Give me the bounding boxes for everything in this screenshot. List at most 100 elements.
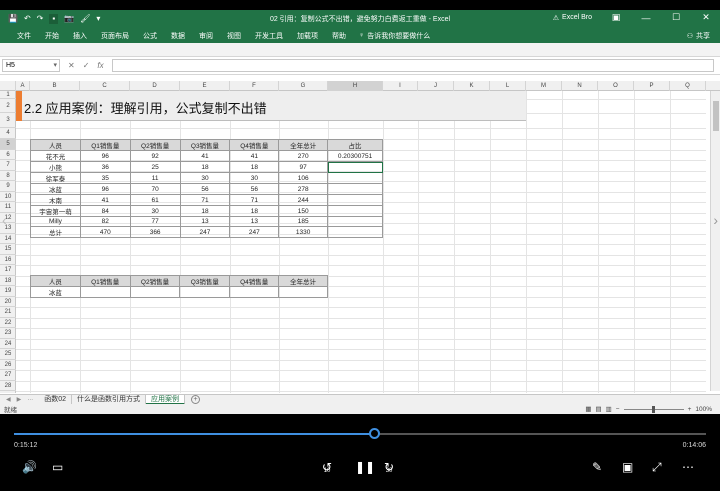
table-cell[interactable]: 13 xyxy=(229,215,280,228)
zoom-level[interactable]: 100% xyxy=(695,406,712,413)
customize-qa-icon[interactable]: ▾ xyxy=(96,14,100,24)
chevron-left-icon[interactable]: ‹ xyxy=(2,212,7,228)
table-cell[interactable]: 30 xyxy=(229,172,280,184)
table-cell[interactable]: 18 xyxy=(229,205,280,217)
row-header-6[interactable]: 6 xyxy=(0,150,16,160)
table-cell[interactable]: 247 xyxy=(229,226,280,239)
col-header-O[interactable]: O xyxy=(598,81,634,91)
tab-view[interactable]: 视图 xyxy=(220,31,248,41)
table-cell[interactable]: 41 xyxy=(79,194,131,206)
row-header-24[interactable]: 24 xyxy=(0,339,16,349)
col-header-K[interactable]: K xyxy=(454,81,490,91)
row-header-21[interactable]: 21 xyxy=(0,307,16,318)
header-cell[interactable]: Q2销售量 xyxy=(129,139,181,151)
skip-back-button[interactable]: ↺ 10 xyxy=(322,460,332,474)
row-header-2[interactable]: 2 xyxy=(0,99,16,113)
col-header-A[interactable]: A xyxy=(16,81,30,91)
table-cell[interactable]: 278 xyxy=(278,183,329,195)
pause-icon[interactable]: ❚❚ xyxy=(355,460,375,474)
table-cell[interactable] xyxy=(179,286,231,298)
table-cell[interactable]: 270 xyxy=(278,150,329,162)
col-header-J[interactable]: J xyxy=(418,81,454,91)
add-sheet-icon[interactable]: + xyxy=(191,395,201,404)
cell-grid[interactable] xyxy=(16,91,706,393)
table-cell[interactable]: 470 xyxy=(79,226,131,239)
row-header-3[interactable]: 3 xyxy=(0,113,16,128)
row-header-20[interactable]: 20 xyxy=(0,297,16,307)
row-header-25[interactable]: 25 xyxy=(0,349,16,360)
name-box[interactable]: H5 ▾ xyxy=(2,59,60,72)
table-cell[interactable]: 18 xyxy=(229,161,280,173)
table-cell[interactable]: 244 xyxy=(278,194,329,206)
col-header-E[interactable]: E xyxy=(180,81,230,91)
more-options-icon[interactable]: ⋯ xyxy=(682,460,694,474)
sheet-tab-case-study[interactable]: 应用案例 xyxy=(146,394,186,405)
sheet-tab-reference-types[interactable]: 什么是函数引用方式 xyxy=(72,394,147,405)
chevron-right-icon[interactable]: › xyxy=(713,212,718,228)
table-cell[interactable] xyxy=(327,194,383,206)
table-cell[interactable]: 冰蓝 xyxy=(30,286,81,298)
macro-icon[interactable]: ▪ xyxy=(49,14,59,24)
table-cell[interactable]: 总计 xyxy=(30,226,81,239)
header-cell[interactable]: Q1销售量 xyxy=(79,275,131,287)
scrollbar-thumb[interactable] xyxy=(713,101,719,131)
cancel-icon[interactable]: ✕ xyxy=(68,61,75,70)
tab-data[interactable]: 数据 xyxy=(164,31,192,41)
table-cell[interactable] xyxy=(327,215,383,228)
table-cell[interactable]: 150 xyxy=(278,205,329,217)
mini-view-icon[interactable]: ▣ xyxy=(622,460,633,474)
header-cell[interactable]: 全年总计 xyxy=(278,275,328,287)
tab-developer[interactable]: 开发工具 xyxy=(248,31,290,41)
col-header-G[interactable]: G xyxy=(279,81,328,91)
header-cell[interactable]: 人员 xyxy=(30,275,81,287)
col-header-H[interactable]: H xyxy=(328,81,383,91)
zoom-slider-knob[interactable] xyxy=(651,405,655,413)
normal-view-icon[interactable]: ▦ xyxy=(585,405,591,413)
tab-formulas[interactable]: 公式 xyxy=(136,31,164,41)
table-cell[interactable] xyxy=(79,286,131,298)
camera-icon[interactable]: 📷 xyxy=(64,14,74,24)
table-cell[interactable]: 36 xyxy=(79,161,131,173)
table-cell[interactable]: 13 xyxy=(179,215,231,228)
tab-addins[interactable]: 加载项 xyxy=(290,31,325,41)
format-painter-icon[interactable]: 🖌 xyxy=(80,14,90,24)
sheet-tab-functions02[interactable]: 函数02 xyxy=(39,394,73,405)
table-cell[interactable]: 96 xyxy=(79,150,131,162)
enter-icon[interactable]: ✓ xyxy=(83,61,90,70)
table-cell[interactable]: 70 xyxy=(129,183,181,195)
table-cell[interactable] xyxy=(327,205,383,217)
col-header-F[interactable]: F xyxy=(230,81,279,91)
table-cell[interactable]: 花不光 xyxy=(30,150,81,162)
col-header-L[interactable]: L xyxy=(490,81,526,91)
table-cell[interactable]: 1330 xyxy=(278,226,329,239)
select-all-corner[interactable] xyxy=(0,81,16,91)
table-cell[interactable]: 冰蓝 xyxy=(30,183,81,195)
row-header-22[interactable]: 22 xyxy=(0,318,16,328)
insert-function-icon[interactable]: fx xyxy=(97,61,103,70)
row-header-8[interactable]: 8 xyxy=(0,171,16,181)
tab-help[interactable]: 帮助 xyxy=(325,31,353,41)
table-cell[interactable] xyxy=(229,286,280,298)
table-cell[interactable]: 247 xyxy=(179,226,231,239)
col-header-Q[interactable]: Q xyxy=(670,81,706,91)
row-header-10[interactable]: 10 xyxy=(0,192,16,202)
table-cell[interactable]: 84 xyxy=(79,205,131,217)
undo-icon[interactable]: ↶ xyxy=(24,14,31,24)
row-header-17[interactable]: 17 xyxy=(0,265,16,276)
row-header-11[interactable]: 11 xyxy=(0,202,16,213)
table-cell[interactable]: 徐军泰 xyxy=(30,172,81,184)
zoom-in-icon[interactable]: + xyxy=(688,406,692,413)
zoom-out-icon[interactable]: − xyxy=(616,406,620,413)
table-cell[interactable]: 30 xyxy=(179,172,231,184)
header-cell[interactable]: Q4销售量 xyxy=(229,139,280,151)
table-cell[interactable] xyxy=(278,286,328,298)
col-header-D[interactable]: D xyxy=(130,81,180,91)
table-cell[interactable]: 92 xyxy=(129,150,181,162)
redo-icon[interactable]: ↷ xyxy=(37,14,44,24)
table-cell[interactable]: 56 xyxy=(179,183,231,195)
table-cell[interactable] xyxy=(327,172,383,184)
fullscreen-icon[interactable]: ⤢ xyxy=(652,460,662,475)
page-break-icon[interactable]: ▥ xyxy=(606,405,612,413)
volume-icon[interactable]: 🔊 xyxy=(22,460,37,474)
table-cell[interactable]: 25 xyxy=(129,161,181,173)
